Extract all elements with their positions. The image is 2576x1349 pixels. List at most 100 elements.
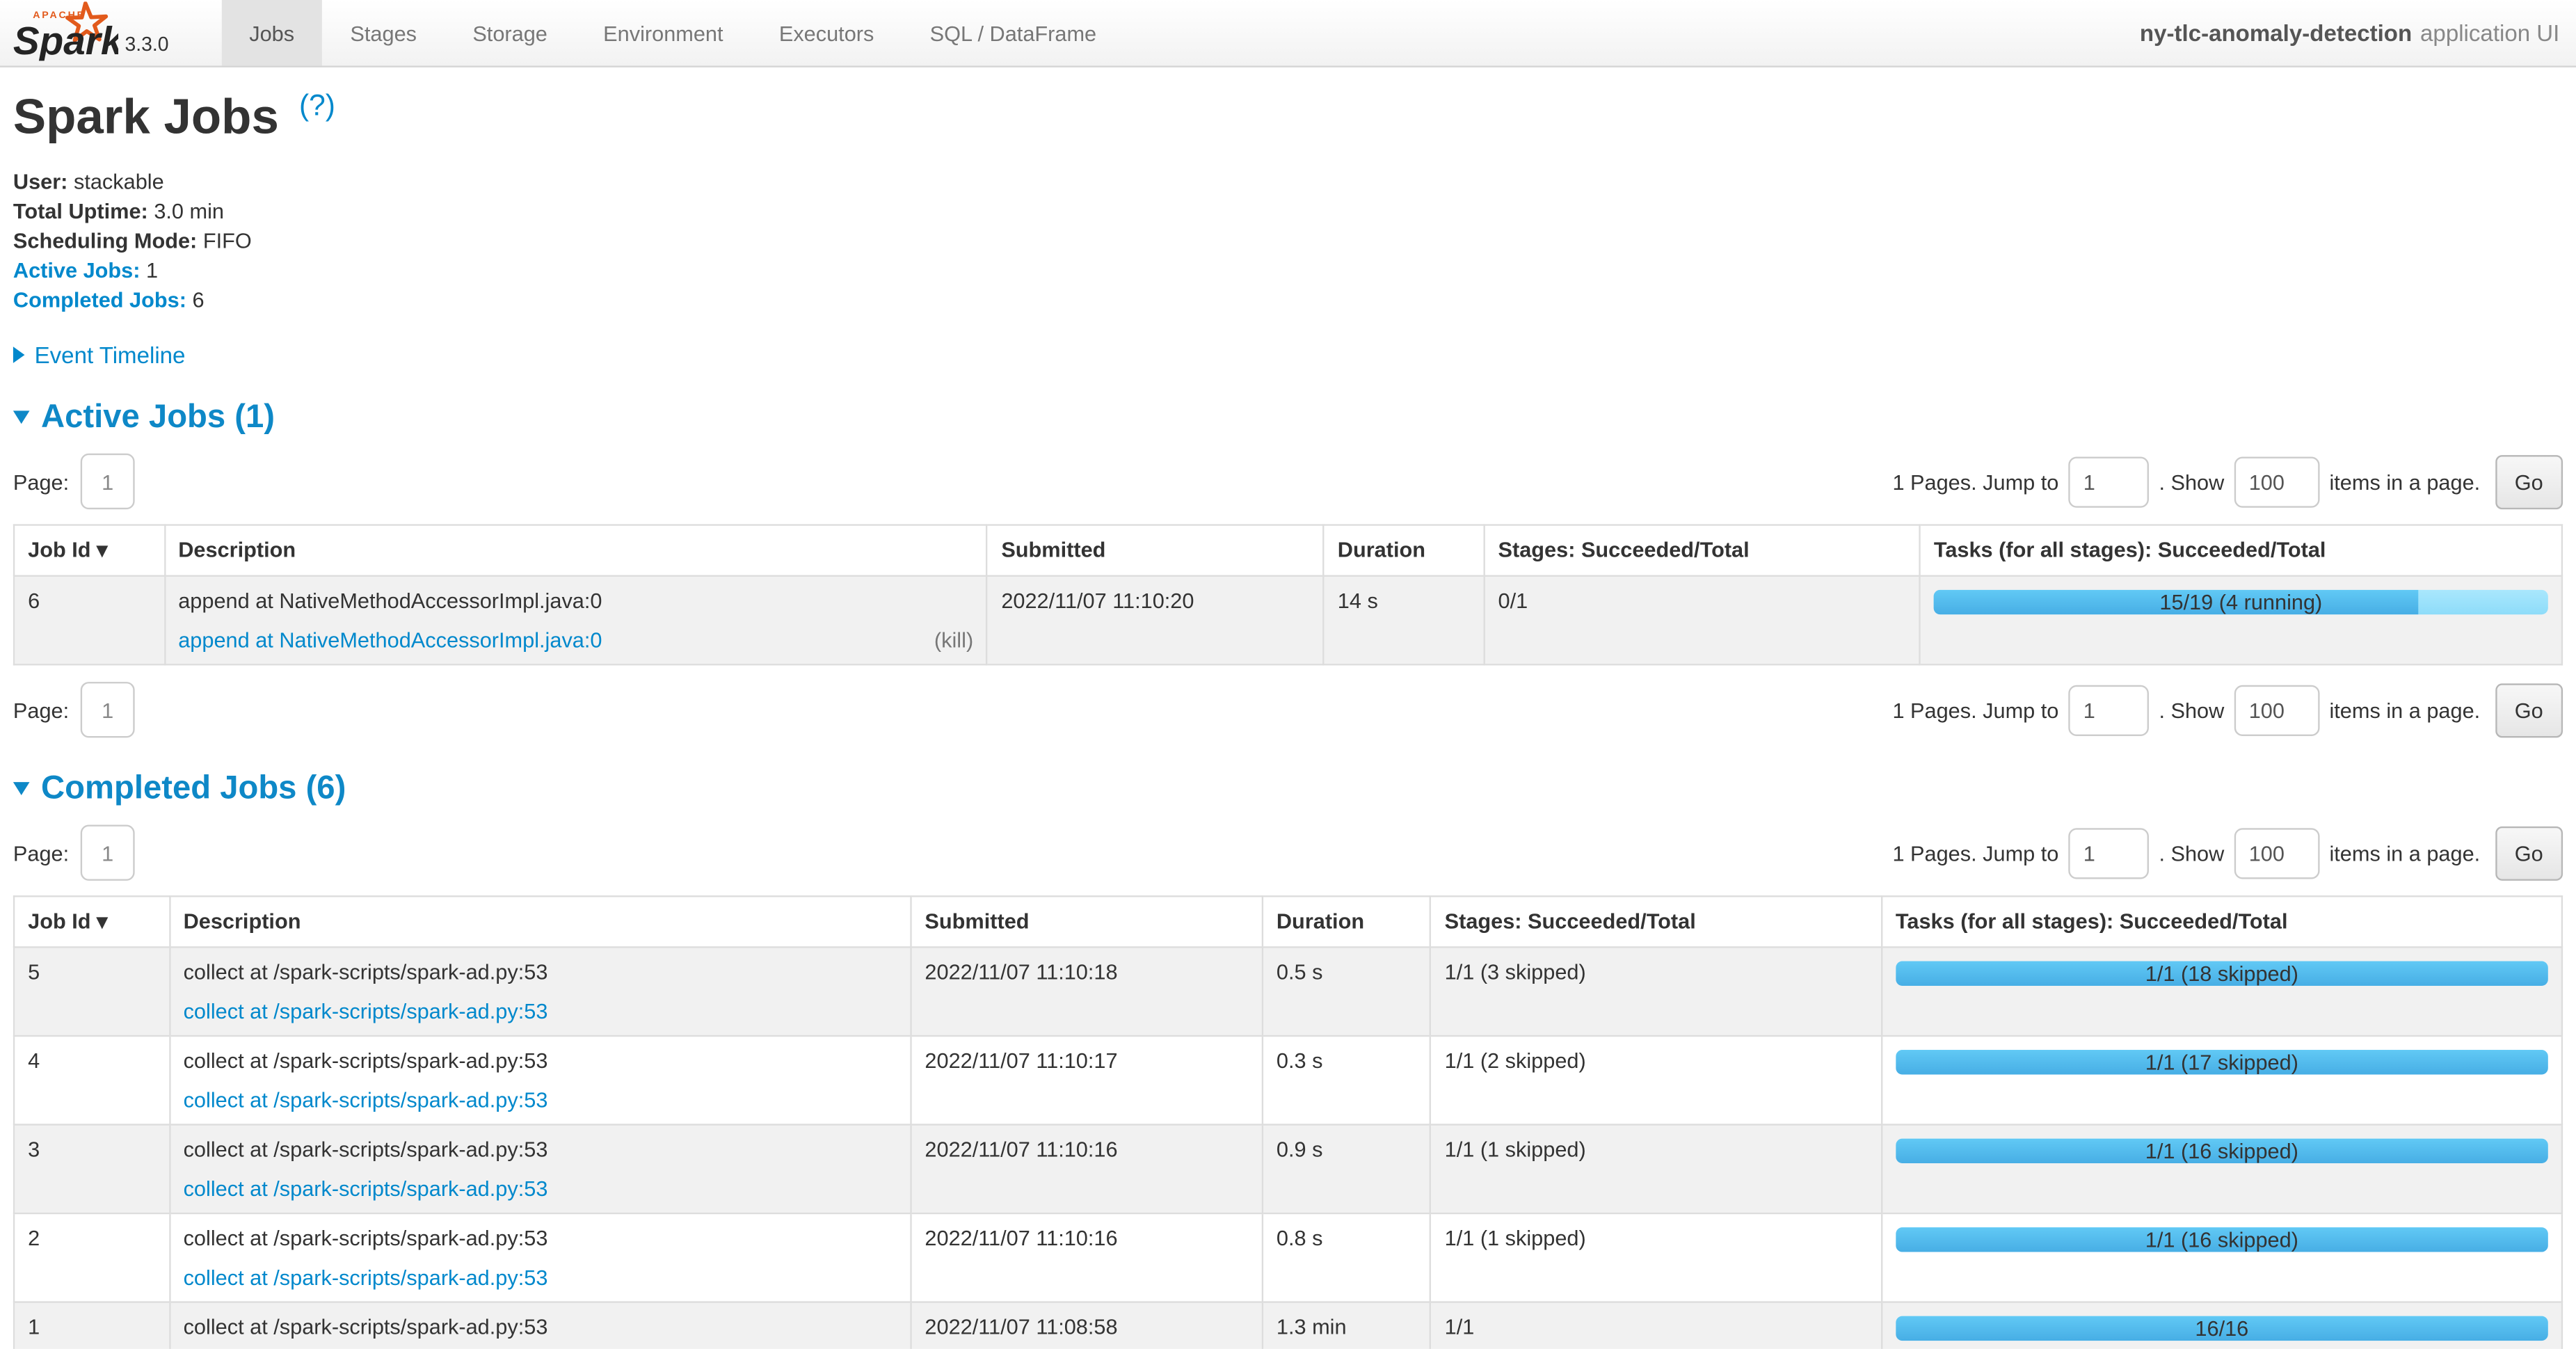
items-per-page-input[interactable] [2234, 456, 2319, 506]
application-id: ny-tlc-anomaly-detection application UI [2140, 0, 2576, 65]
logo-spark-text: Spark [13, 19, 118, 61]
header-job-id[interactable]: Job Id ▾ [14, 895, 169, 946]
job-description-cell: append at NativeMethodAccessorImpl.java:… [164, 575, 987, 664]
job-duration-cell: 1.3 min [1263, 1301, 1431, 1348]
items-per-page-input[interactable] [2234, 685, 2319, 735]
job-duration-cell: 0.3 s [1263, 1035, 1431, 1124]
jump-to-page-input[interactable] [2069, 685, 2150, 735]
job-submitted-cell: 2022/11/07 11:10:17 [911, 1035, 1262, 1124]
spark-logo-image: APACHE Spark [13, 1, 118, 61]
completed-job-row: 3 collect at /spark-scripts/spark-ad.py:… [14, 1124, 2562, 1213]
page-number-input[interactable] [81, 454, 135, 509]
jump-to-page-input[interactable] [2069, 827, 2150, 878]
job-submitted-cell: 2022/11/07 11:10:20 [987, 575, 1323, 664]
pagination-controls: 1 Pages. Jump to . Show items in a page.… [1882, 454, 2563, 509]
summary-user-value: stackable [74, 168, 164, 193]
go-button[interactable]: Go [2495, 683, 2563, 737]
active-jobs-pagination-bottom: Page: 1 Pages. Jump to . Show items in a… [13, 681, 2563, 739]
job-description-cell: collect at /spark-scripts/spark-ad.py:53… [170, 1301, 911, 1348]
progress-label: 15/19 (4 running) [1934, 589, 2548, 614]
expanded-arrow-icon [13, 410, 30, 424]
tab-executors[interactable]: Executors [751, 0, 902, 65]
items-in-page-label: items in a page. [2329, 697, 2480, 721]
page-label: Page: [13, 697, 69, 721]
job-stages-cell: 1/1 (1 skipped) [1431, 1213, 1882, 1302]
progress-label: 1/1 (16 skipped) [1896, 1227, 2548, 1251]
job-description-link[interactable]: collect at /spark-scripts/spark-ad.py:53 [184, 998, 548, 1023]
summary-completed-jobs: Completed Jobs: 6 [13, 288, 2563, 310]
progress-label: 1/1 (17 skipped) [1896, 1049, 2548, 1073]
job-description-link[interactable]: collect at /spark-scripts/spark-ad.py:53 [184, 1176, 548, 1200]
active-jobs-section-title: Active Jobs (1) [41, 399, 275, 436]
job-description-link[interactable]: append at NativeMethodAccessorImpl.java:… [178, 627, 602, 651]
pages-jump-label: 1 Pages. Jump to [1892, 840, 2058, 865]
completed-jobs-link[interactable]: Completed Jobs: [13, 287, 186, 311]
header-stages[interactable]: Stages: Succeeded/Total [1484, 524, 1919, 575]
job-description-link[interactable]: collect at /spark-scripts/spark-ad.py:53 [184, 1087, 548, 1111]
job-description-link[interactable]: collect at /spark-scripts/spark-ad.py:53 [184, 1264, 548, 1288]
summary-scheduling-mode-label: Scheduling Mode: [13, 228, 197, 252]
header-stages[interactable]: Stages: Succeeded/Total [1431, 895, 1882, 946]
page-label: Page: [13, 840, 69, 865]
header-duration[interactable]: Duration [1324, 524, 1485, 575]
event-timeline-toggle[interactable]: Event Timeline [13, 341, 2563, 367]
job-description-text: collect at /spark-scripts/spark-ad.py:53 [184, 1314, 897, 1338]
pages-jump-label: 1 Pages. Jump to [1892, 469, 2058, 493]
header-tasks[interactable]: Tasks (for all stages): Succeeded/Total [1882, 895, 2562, 946]
summary-user: User: stackable [13, 170, 2563, 191]
tab-storage[interactable]: Storage [445, 0, 575, 65]
job-tasks-cell: 1/1 (17 skipped) [1882, 1035, 2562, 1124]
tasks-progress-bar: 1/1 (16 skipped) [1896, 1227, 2548, 1251]
header-description[interactable]: Description [170, 895, 911, 946]
header-tasks[interactable]: Tasks (for all stages): Succeeded/Total [1920, 524, 2562, 575]
job-tasks-cell: 16/16 [1882, 1301, 2562, 1348]
tab-sql-dataframe[interactable]: SQL / DataFrame [902, 0, 1125, 65]
completed-job-row: 2 collect at /spark-scripts/spark-ad.py:… [14, 1213, 2562, 1302]
job-id-cell: 3 [14, 1124, 169, 1213]
job-id-cell: 1 [14, 1301, 169, 1348]
help-link[interactable]: (?) [299, 89, 335, 122]
go-button[interactable]: Go [2495, 454, 2563, 509]
go-button[interactable]: Go [2495, 826, 2563, 880]
job-tasks-cell: 1/1 (18 skipped) [1882, 946, 2562, 1035]
tasks-progress-bar: 1/1 (17 skipped) [1896, 1049, 2548, 1073]
header-submitted[interactable]: Submitted [911, 895, 1262, 946]
job-description-cell: collect at /spark-scripts/spark-ad.py:53… [170, 1035, 911, 1124]
job-id-cell: 5 [14, 946, 169, 1035]
summary-scheduling-mode-value: FIFO [203, 228, 252, 252]
active-jobs-section-header[interactable]: Active Jobs (1) [13, 399, 2563, 436]
tab-stages[interactable]: Stages [322, 0, 445, 65]
active-jobs-link[interactable]: Active Jobs: [13, 257, 141, 282]
active-jobs-pagination-top: Page: 1 Pages. Jump to . Show items in a… [13, 453, 2563, 511]
job-description-text: collect at /spark-scripts/spark-ad.py:53 [184, 1225, 897, 1250]
navbar: APACHE Spark 3.3.0 Jobs Stages Storage E… [0, 0, 2576, 67]
kill-job-link[interactable]: (kill) [934, 627, 973, 651]
completed-jobs-section-header[interactable]: Completed Jobs (6) [13, 769, 2563, 807]
header-duration[interactable]: Duration [1263, 895, 1431, 946]
expanded-arrow-icon [13, 782, 30, 795]
header-job-id[interactable]: Job Id ▾ [14, 524, 164, 575]
job-tasks-cell: 15/19 (4 running) [1920, 575, 2562, 664]
page-number-input[interactable] [81, 682, 135, 737]
jump-to-page-input[interactable] [2069, 456, 2150, 506]
tasks-progress-bar: 1/1 (18 skipped) [1896, 960, 2548, 984]
pagination-controls: 1 Pages. Jump to . Show items in a page.… [1882, 826, 2563, 880]
header-description[interactable]: Description [164, 524, 987, 575]
job-description-text: append at NativeMethodAccessorImpl.java:… [178, 587, 973, 612]
progress-label: 16/16 [1896, 1315, 2548, 1339]
tab-jobs[interactable]: Jobs [221, 0, 322, 65]
active-jobs-table: Job Id ▾ Description Submitted Duration … [13, 523, 2563, 664]
completed-jobs-table: Job Id ▾ Description Submitted Duration … [13, 895, 2563, 1349]
page-number-input[interactable] [81, 825, 135, 881]
tab-environment[interactable]: Environment [575, 0, 751, 65]
job-tasks-cell: 1/1 (16 skipped) [1882, 1213, 2562, 1302]
completed-job-row: 4 collect at /spark-scripts/spark-ad.py:… [14, 1035, 2562, 1124]
spark-version: 3.3.0 [125, 33, 168, 56]
nav-tabs: Jobs Stages Storage Environment Executor… [221, 0, 1124, 65]
header-submitted[interactable]: Submitted [987, 524, 1323, 575]
tasks-progress-bar: 1/1 (16 skipped) [1896, 1138, 2548, 1162]
items-in-page-label: items in a page. [2329, 840, 2480, 865]
page-title-text: Spark Jobs [13, 90, 279, 145]
tasks-progress-bar: 15/19 (4 running) [1934, 589, 2548, 614]
items-per-page-input[interactable] [2234, 827, 2319, 878]
